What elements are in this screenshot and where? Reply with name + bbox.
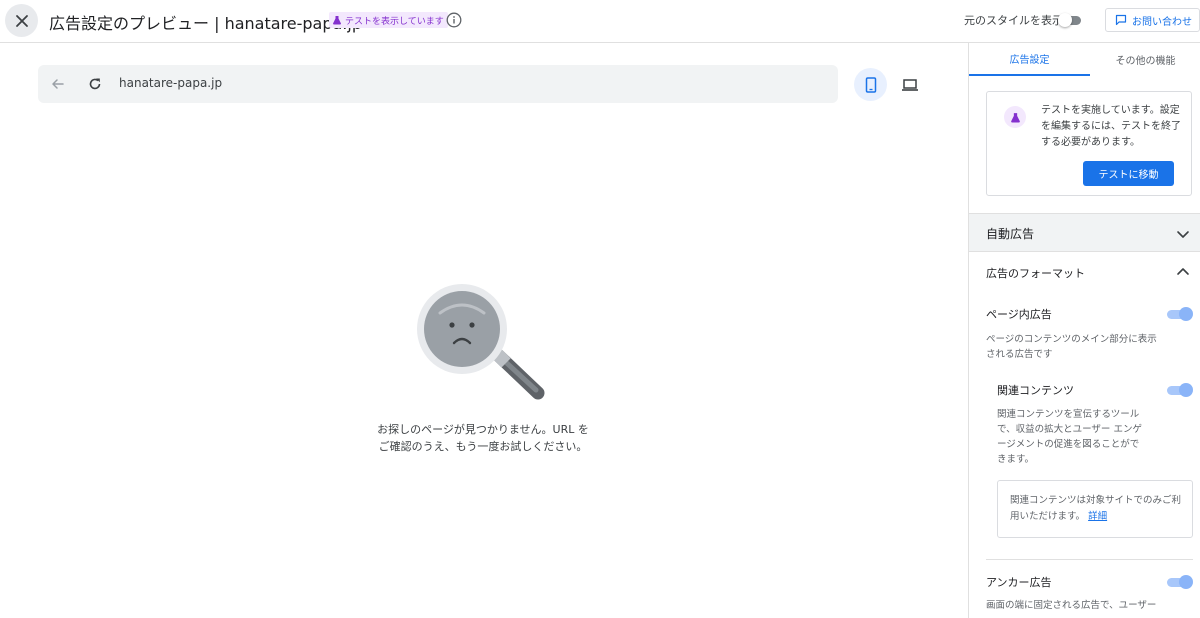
original-style-label: 元のスタイルを表示 [964, 14, 1063, 27]
page-not-found-illustration [417, 284, 545, 400]
mobile-view-button[interactable] [854, 68, 887, 101]
close-button[interactable] [5, 4, 38, 37]
test-running-card: テストを実施しています。設定を編集するには、テストを終了する必要があります。 テ… [986, 91, 1192, 196]
test-badge-label: テストを表示しています [345, 16, 444, 27]
anchor-ads-toggle[interactable] [1167, 575, 1193, 589]
chevron-up-icon[interactable] [1175, 264, 1191, 280]
panel-tabs: 広告設定 その他の機能 [969, 43, 1200, 76]
feedback-icon [1115, 14, 1127, 26]
flask-icon [1004, 106, 1026, 128]
desktop-view-button[interactable] [893, 68, 926, 101]
related-content-note: 関連コンテンツは対象サイトでのみご利用いただけます。 詳細 [997, 480, 1193, 538]
test-status-badge: テストを表示しています [329, 12, 448, 28]
reload-icon[interactable] [87, 76, 103, 92]
details-link[interactable]: 詳細 [1088, 511, 1107, 522]
preview-address-bar: hanatare-papa.jp [38, 65, 838, 103]
info-icon[interactable] [446, 12, 462, 28]
go-to-test-button[interactable]: テストに移動 [1083, 161, 1174, 186]
related-content-toggle[interactable] [1167, 383, 1193, 397]
top-header: 広告設定のプレビュー | hanatare-papa.jp テストを表示していま… [0, 0, 1200, 43]
contact-label: お問い合わせ [1132, 16, 1192, 28]
back-arrow-icon[interactable] [50, 76, 66, 92]
tab-ad-settings[interactable]: 広告設定 [969, 43, 1090, 76]
in-page-ads-description: ページのコンテンツのメイン部分に表示される広告です [986, 334, 1157, 360]
auto-ads-section-header[interactable]: 自動広告 [969, 213, 1200, 252]
settings-panel: 広告設定 その他の機能 テストを実施しています。設定を編集するには、テストを終了… [968, 43, 1200, 618]
close-icon [15, 14, 28, 27]
preview-url: hanatare-papa.jp [119, 76, 223, 90]
original-style-toggle[interactable] [1058, 13, 1082, 27]
tab-other-features[interactable]: その他の機能 [1090, 43, 1200, 76]
test-running-message: テストを実施しています。設定を編集するには、テストを終了する必要があります。 [1041, 105, 1181, 148]
ad-formats-heading[interactable]: 広告のフォーマット [986, 265, 1085, 281]
related-content-description: 関連コンテンツを宣伝するツールで、収益の拡大とユーザー エンゲージメントの促進を… [997, 409, 1142, 465]
flask-icon [333, 16, 341, 25]
section-divider [986, 559, 1193, 560]
laptop-icon [901, 78, 918, 91]
chevron-down-icon [1177, 231, 1189, 238]
page-title: 広告設定のプレビュー | hanatare-papa.jp [49, 14, 362, 33]
related-content-note-text: 関連コンテンツは対象サイトでのみご利用いただけます。 詳細 [1010, 495, 1182, 522]
contact-button[interactable]: お問い合わせ [1105, 8, 1200, 32]
not-found-message: お探しのページが見つかりません。URL を ご確認のうえ、もう一度お試しください… [377, 423, 589, 453]
anchor-ads-description: 画面の端に固定される広告で、ユーザー [986, 600, 1157, 611]
anchor-ads-title: アンカー広告 [986, 576, 1052, 589]
auto-ads-label: 自動広告 [986, 227, 1035, 241]
smartphone-icon [865, 76, 876, 93]
in-page-ads-toggle[interactable] [1167, 307, 1193, 321]
in-page-ads-title: ページ内広告 [986, 308, 1052, 321]
related-content-title: 関連コンテンツ [997, 384, 1074, 397]
